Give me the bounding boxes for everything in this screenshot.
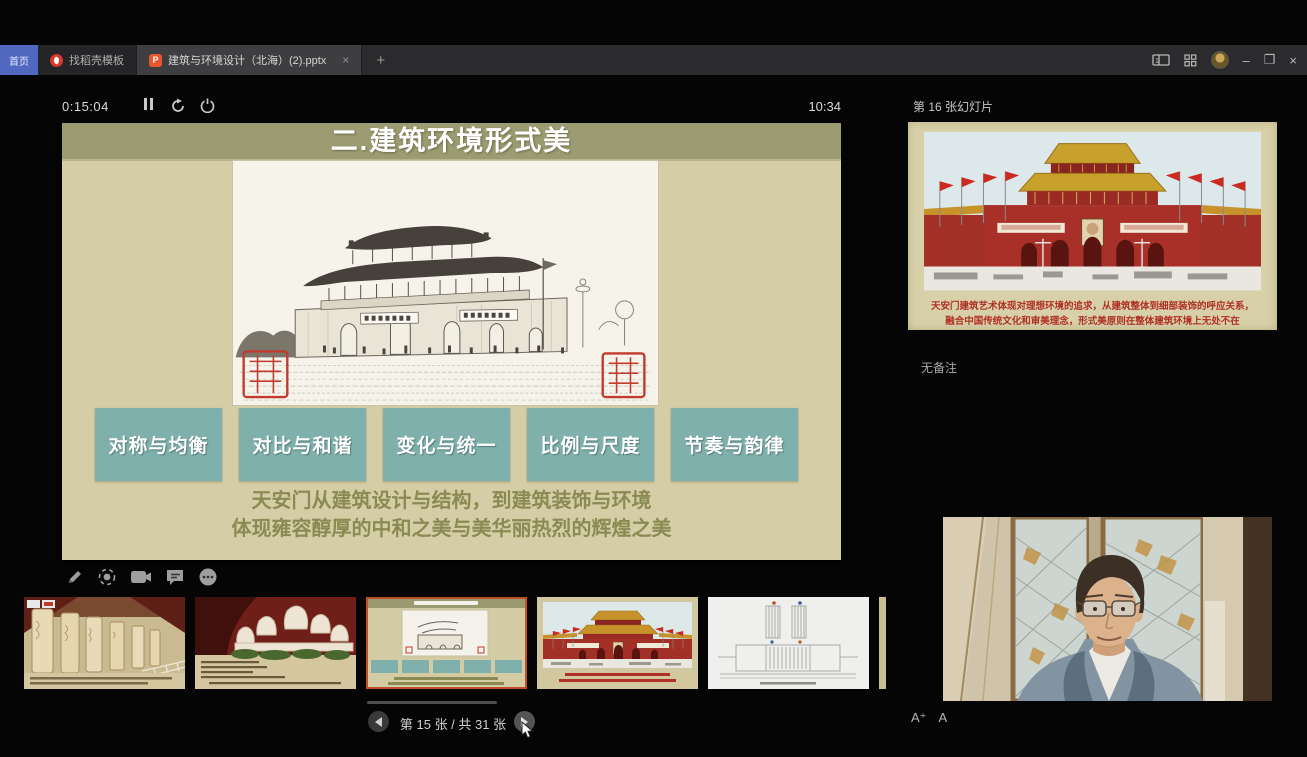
slide-caption-line2: 体现雍容醇厚的中和之美与美华丽热烈的辉煌之美 [62,515,841,543]
preview-caption-line2: 融合中国传统文化和审美理念，形式美原则在整体建筑环境上无处不在 [908,313,1277,327]
presentation-file-tab[interactable]: P 建筑与环境设计（北海）(2).pptx × [137,45,362,75]
user-avatar[interactable] [1211,51,1229,69]
thumbnail-slide-18-partial[interactable] [879,597,886,689]
speaker-notes-placeholder: 无备注 [921,359,957,376]
laser-pointer-icon[interactable] [97,567,117,587]
filmstrip-scrollbar[interactable] [367,701,497,704]
new-tab-button[interactable]: + [362,45,399,75]
rehearsal-timer: 0:15:04 [62,99,109,114]
application-window: 首页 找稻壳模板 P 建筑与环境设计（北海）(2).pptx × + 1 – ❐… [0,0,1307,757]
pause-timer-icon[interactable] [144,98,153,110]
presenter-bar: 0:15:04 10:34 [62,95,841,121]
docer-tab-label: 找稻壳模板 [69,52,124,68]
grid-apps-icon[interactable] [1184,54,1197,67]
slide-counter: 第 15 张 / 共 31 张 [396,714,510,733]
font-decrease-button[interactable]: A [939,710,948,726]
thumbnail-slide-13-stone-pillars[interactable] [24,597,185,689]
restore-button[interactable]: ❐ [1264,52,1276,68]
font-increase-button[interactable]: A⁺ [911,710,927,726]
file-tab-label: 建筑与环境设计（北海）(2).pptx [168,52,326,68]
box-symmetry-balance: 对称与均衡 [95,408,222,481]
home-tab-label: 首页 [9,53,29,68]
ppt-file-icon: P [149,54,162,67]
reset-timer-icon[interactable] [170,98,186,119]
pen-icon[interactable] [66,568,84,586]
next-slide-preview[interactable]: 天安门建筑艺术体现对理想环境的追求，从建筑整体到细部装饰的呼应关系， 融合中国传… [908,122,1277,330]
mouse-cursor [521,721,534,744]
thumbnail-slide-14-marble-finials[interactable] [195,597,356,689]
thumbnail-slide-17-elevation-drawing[interactable] [708,597,869,689]
box-proportion-scale: 比例与尺度 [527,408,654,481]
window-titlebar: 首页 找稻壳模板 P 建筑与环境设计（北海）(2).pptx × + [0,45,1307,75]
minimize-button[interactable]: – [1243,53,1250,68]
home-tab[interactable]: 首页 [0,45,38,75]
end-show-power-icon[interactable] [200,98,215,118]
slide-filmstrip [24,597,886,689]
tab-close-icon[interactable]: × [342,53,349,67]
previous-arrow-icon [375,717,382,727]
thumbnail-slide-16-tiananmen-photo[interactable] [537,597,698,689]
more-options-icon[interactable] [198,567,218,587]
presenter-webcam-video[interactable] [943,517,1272,701]
notes-font-controls: A⁺ A [911,710,947,726]
tiananmen-photo [924,130,1261,292]
previous-slide-button[interactable] [368,711,389,732]
thumbnail-slide-15-current[interactable] [366,597,527,689]
box-contrast-harmony: 对比与和谐 [239,408,366,481]
annotation-toolbar [66,567,218,587]
slide-caption-line1: 天安门从建筑设计与结构，到建筑装饰与环境 [62,487,841,515]
current-slide-canvas[interactable]: 二.建筑环境形式美 [62,123,841,560]
comment-icon[interactable] [165,568,185,586]
system-clock: 10:34 [808,99,841,114]
docer-icon [50,54,63,67]
tiananmen-engraving [233,161,658,405]
workspace-icon[interactable]: 1 [1152,54,1170,66]
box-variation-unity: 变化与统一 [383,408,510,481]
close-button[interactable]: × [1289,53,1297,68]
docer-template-tab[interactable]: 找稻壳模板 [38,45,137,75]
svg-text:1: 1 [1155,58,1159,65]
tiananmen-engraving-image [232,160,659,406]
slide-title: 二.建筑环境形式美 [62,123,841,161]
presenter-video-frame [943,517,1272,701]
slide-caption: 天安门从建筑设计与结构，到建筑装饰与环境 体现雍容醇厚的中和之美与美华丽热烈的辉… [62,487,841,543]
box-rhythm-cadence: 节奏与韵律 [671,408,798,481]
window-controls: 1 – ❐ × [1152,45,1307,75]
principle-boxes: 对称与均衡 对比与和谐 变化与统一 比例与尺度 节奏与韵律 [95,408,798,481]
next-slide-header: 第 16 张幻灯片 [913,98,993,115]
camera-icon[interactable] [130,569,152,585]
preview-caption-line1: 天安门建筑艺术体现对理想环境的追求，从建筑整体到细部装饰的呼应关系， [908,298,1277,312]
